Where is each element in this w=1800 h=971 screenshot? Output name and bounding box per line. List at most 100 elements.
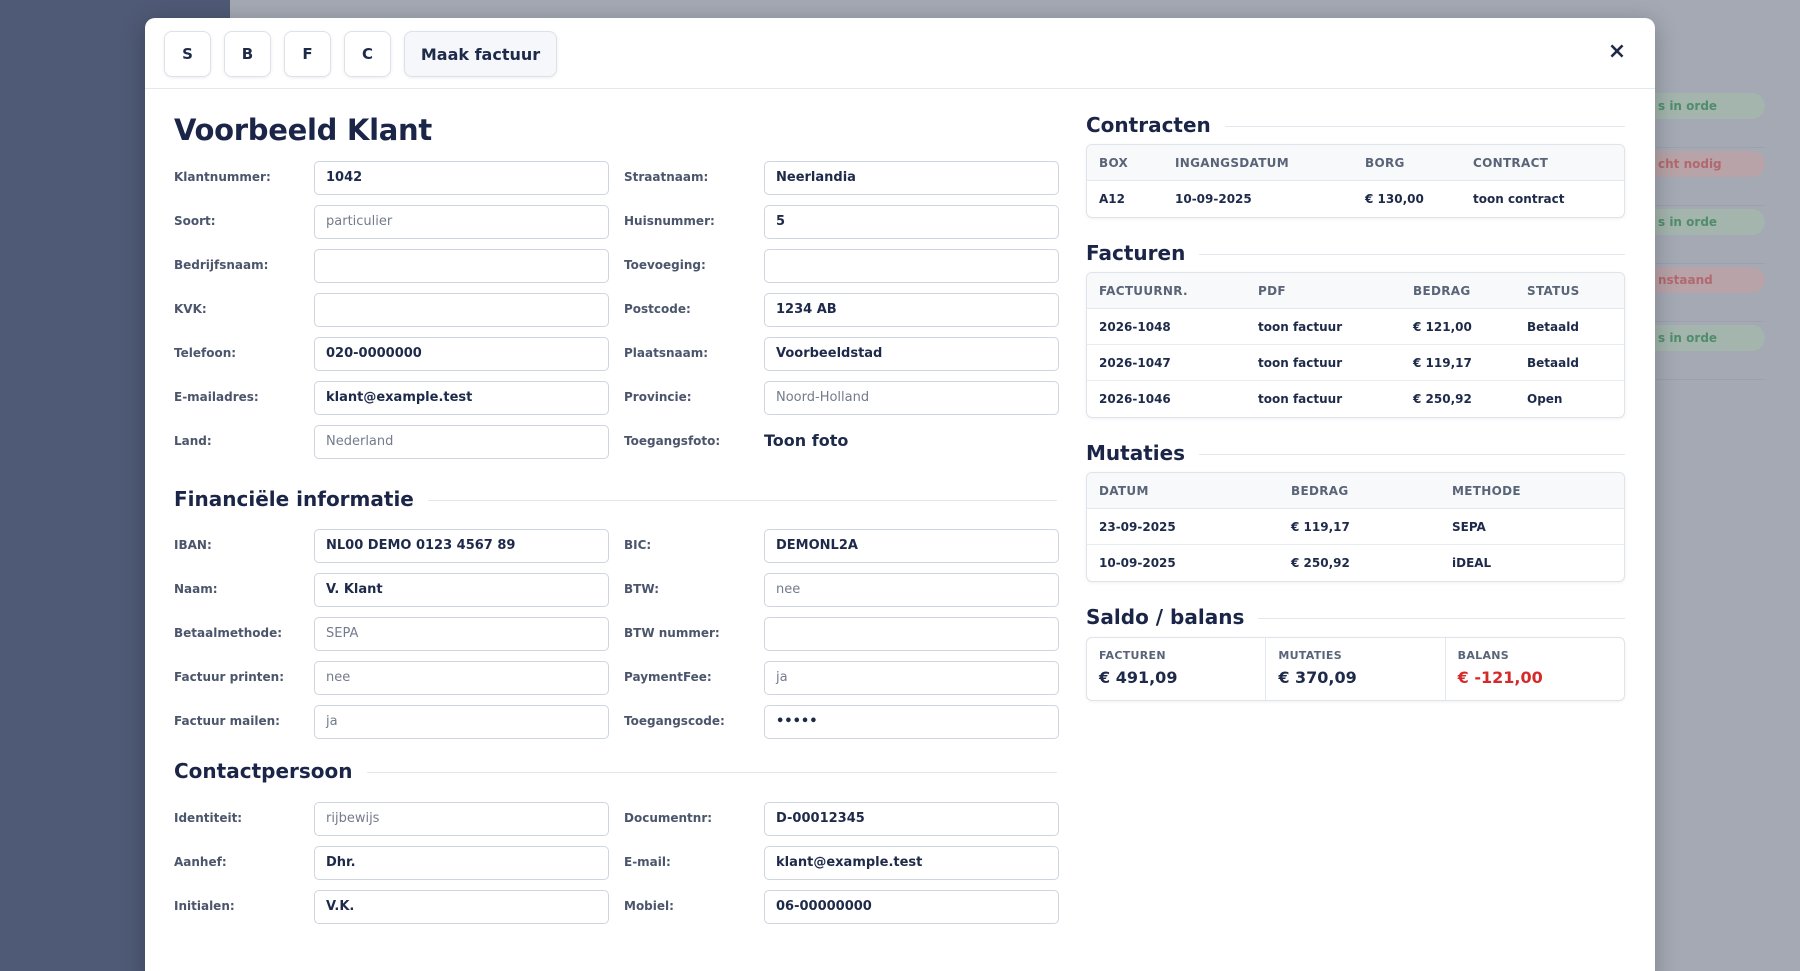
postcode-label: Postcode:: [624, 302, 691, 316]
klantnummer-label: Klantnummer:: [174, 170, 271, 184]
e-mailadres-label: E-mailadres:: [174, 390, 259, 404]
status-badge: nstaand: [1640, 267, 1765, 293]
contracts-table: BOX INGANGSDATUM BORG CONTRACT A12 10-09-2025…: [1086, 144, 1625, 218]
soort-field[interactable]: particulier: [314, 205, 609, 239]
balance-cell-facturen: FACTUREN € 491,09: [1087, 638, 1267, 700]
aanhef-label: Aanhef:: [174, 855, 227, 869]
iban-field[interactable]: NL00 DEMO 0123 4567 89: [314, 529, 609, 563]
postcode-field[interactable]: 1234 AB: [764, 293, 1059, 327]
documentnr-label: Documentnr:: [624, 811, 713, 825]
balance-section-header: Saldo / balans: [1086, 605, 1625, 631]
b-button[interactable]: B: [224, 31, 271, 77]
kvk-field[interactable]: [314, 293, 609, 327]
balance-label: BALANS: [1457, 649, 1510, 662]
documentnr-field[interactable]: D-00012345: [764, 802, 1059, 836]
toon-factuur-link[interactable]: toon factuur: [1258, 356, 1342, 370]
mobiel-field[interactable]: 06-00000000: [764, 890, 1059, 924]
invoices-title: Facturen: [1086, 241, 1200, 265]
straatnaam-field[interactable]: Neerlandia: [764, 161, 1059, 195]
table-cell: 2026-1048: [1099, 320, 1171, 334]
btw-nummer-field[interactable]: [764, 617, 1059, 651]
bic-label: BIC:: [624, 538, 652, 552]
background-row: nstaand: [1640, 264, 1765, 322]
column-header-factuurnr: FACTUURNR.: [1099, 284, 1188, 298]
factuur-printen-field[interactable]: nee: [314, 661, 609, 695]
toon-contract-link[interactable]: toon contract: [1473, 192, 1564, 206]
balance-value: € -121,00: [1457, 668, 1543, 687]
modal-toolbar: S B F C Maak factuur ×: [145, 18, 1655, 89]
balance-value: € 491,09: [1099, 668, 1178, 687]
table-cell: Open: [1527, 392, 1563, 406]
identiteit-label: Identiteit:: [174, 811, 243, 825]
land-label: Land:: [174, 434, 212, 448]
f-button[interactable]: F: [284, 31, 331, 77]
factuur-printen-label: Factuur printen:: [174, 670, 285, 684]
bic-field[interactable]: DEMONL2A: [764, 529, 1059, 563]
invoices-section-header: Facturen: [1086, 241, 1625, 267]
table-cell: 2026-1046: [1099, 392, 1171, 406]
table-row: 2026-1046 toon factuur € 250,92 Open: [1087, 381, 1624, 417]
betaalmethode-field[interactable]: SEPA: [314, 617, 609, 651]
table-cell: iDEAL: [1452, 556, 1492, 570]
balance-value: € 370,09: [1278, 668, 1357, 687]
contracts-title: Contracten: [1086, 113, 1225, 137]
e-mail-label: E-mail:: [624, 855, 671, 869]
toon-factuur-link[interactable]: toon factuur: [1258, 392, 1342, 406]
toegangscode-label: Toegangscode:: [624, 714, 725, 728]
btw-label: BTW:: [624, 582, 659, 596]
telefoon-label: Telefoon:: [174, 346, 237, 360]
huisnummer-field[interactable]: 5: [764, 205, 1059, 239]
naam-label: Naam:: [174, 582, 218, 596]
e-mail-field[interactable]: klant@example.test: [764, 846, 1059, 880]
toevoeging-field[interactable]: [764, 249, 1059, 283]
column-header-status: STATUS: [1527, 284, 1580, 298]
s-button[interactable]: S: [164, 31, 211, 77]
iban-label: IBAN:: [174, 538, 212, 552]
column-header-bedrag: BEDRAG: [1413, 284, 1471, 298]
land-field[interactable]: Nederland: [314, 425, 609, 459]
table-cell: € 121,00: [1413, 320, 1472, 334]
betaalmethode-label: Betaalmethode:: [174, 626, 283, 640]
table-cell: 23-09-2025: [1099, 520, 1176, 534]
table-cell: € 119,17: [1413, 356, 1472, 370]
naam-field[interactable]: V. Klant: [314, 573, 609, 607]
factuur-mailen-field[interactable]: ja: [314, 705, 609, 739]
klantnummer-field[interactable]: 1042: [314, 161, 609, 195]
e-mailadres-field[interactable]: klant@example.test: [314, 381, 609, 415]
toon-factuur-link[interactable]: toon factuur: [1258, 320, 1342, 334]
paymentfee-field[interactable]: ja: [764, 661, 1059, 695]
toegangsfoto-label: Toegangsfoto:: [624, 434, 721, 448]
background-status-list: s in orde cht nodig s in orde nstaand s in o…: [1640, 90, 1765, 380]
table-cell: Betaald: [1527, 320, 1579, 334]
make-invoice-button[interactable]: Maak factuur: [404, 31, 557, 77]
mutations-title: Mutaties: [1086, 441, 1200, 465]
provincie-field[interactable]: Noord-Holland: [764, 381, 1059, 415]
contact-section-title: Contactpersoon: [174, 759, 367, 783]
status-badge: s in orde: [1640, 93, 1765, 119]
aanhef-field[interactable]: Dhr.: [314, 846, 609, 880]
identiteit-field[interactable]: rijbewijs: [314, 802, 609, 836]
invoices-table: FACTUURNR. PDF BEDRAG STATUS 2026-1048 toon f…: [1086, 272, 1625, 418]
table-row: A12 10-09-2025 € 130,00 toon contract: [1087, 181, 1624, 217]
huisnummer-label: Huisnummer:: [624, 214, 715, 228]
telefoon-field[interactable]: 020-0000000: [314, 337, 609, 371]
background-row: s in orde: [1640, 206, 1765, 264]
close-icon[interactable]: ×: [1605, 40, 1629, 64]
background-row: s in orde: [1640, 90, 1765, 148]
c-button[interactable]: C: [344, 31, 391, 77]
toegangsfoto-link[interactable]: Toon foto: [764, 431, 848, 450]
contracts-section-header: Contracten: [1086, 113, 1625, 139]
plaatsnaam-field[interactable]: Voorbeeldstad: [764, 337, 1059, 371]
btw-field[interactable]: nee: [764, 573, 1059, 607]
column-header-ingangsdatum: INGANGSDATUM: [1175, 156, 1289, 170]
column-header-contract: CONTRACT: [1473, 156, 1549, 170]
status-badge: s in orde: [1640, 325, 1765, 351]
toevoeging-label: Toevoeging:: [624, 258, 706, 272]
bedrijfsnaam-label: Bedrijfsnaam:: [174, 258, 269, 272]
mobiel-label: Mobiel:: [624, 899, 674, 913]
initialen-field[interactable]: V.K.: [314, 890, 609, 924]
toegangscode-field[interactable]: •••••: [764, 705, 1059, 739]
bedrijfsnaam-field[interactable]: [314, 249, 609, 283]
column-header-bedrag: BEDRAG: [1291, 484, 1349, 498]
column-header-borg: BORG: [1365, 156, 1405, 170]
